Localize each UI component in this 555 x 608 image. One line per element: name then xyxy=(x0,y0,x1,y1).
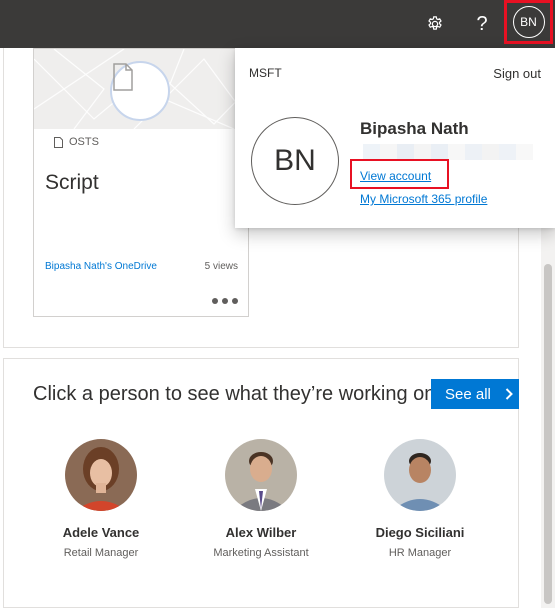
person-photo xyxy=(225,439,297,511)
view-account-link[interactable]: View account xyxy=(360,169,431,183)
see-all-button[interactable]: See all xyxy=(431,379,519,409)
settings-button[interactable] xyxy=(411,0,459,48)
redacted-email xyxy=(363,144,533,160)
person-name: Adele Vance xyxy=(62,525,140,540)
avatar: BN xyxy=(512,6,545,38)
document-title[interactable]: Script xyxy=(45,171,99,195)
document-icon xyxy=(110,61,170,121)
person-photo xyxy=(384,439,456,511)
see-all-label: See all xyxy=(445,385,491,403)
person-name: Diego Siciliani xyxy=(375,525,465,540)
profile-link[interactable]: My Microsoft 365 profile xyxy=(360,192,487,206)
person-role: HR Manager xyxy=(388,547,452,559)
document-view-count: 5 views xyxy=(204,261,238,272)
help-icon: ? xyxy=(476,13,488,35)
document-card[interactable]: OSTS Script Bipasha Nath's OneDrive 5 vi… xyxy=(33,48,249,317)
more-dot-icon xyxy=(222,298,228,304)
people-panel: Click a person to see what they’re worki… xyxy=(3,358,519,608)
more-options-button[interactable] xyxy=(212,293,238,309)
file-icon xyxy=(54,136,63,148)
person-role: Retail Manager xyxy=(63,547,139,559)
people-heading: Click a person to see what they’re worki… xyxy=(33,383,433,405)
sign-out-link[interactable]: Sign out xyxy=(493,66,541,81)
organization-name: MSFT xyxy=(249,66,282,80)
document-location-link[interactable]: Bipasha Nath's OneDrive xyxy=(45,261,157,272)
top-app-bar: ? BN xyxy=(0,0,555,48)
account-name: Bipasha Nath xyxy=(360,119,469,138)
more-dot-icon xyxy=(232,298,238,304)
gear-icon xyxy=(428,16,442,30)
document-tag-label: OSTS xyxy=(69,136,99,148)
account-avatar: BN xyxy=(251,117,339,205)
more-dot-icon xyxy=(212,298,218,304)
document-thumbnail xyxy=(34,49,248,129)
person-card[interactable]: Adele Vance Retail Manager xyxy=(31,439,171,559)
person-card[interactable]: Diego Siciliani HR Manager xyxy=(350,439,490,559)
account-manager-button[interactable]: BN xyxy=(504,0,553,44)
chevron-right-icon xyxy=(505,388,513,400)
person-card[interactable]: Alex Wilber Marketing Assistant xyxy=(191,439,331,559)
document-tag: OSTS xyxy=(44,129,109,155)
help-button[interactable]: ? xyxy=(458,0,506,48)
person-photo xyxy=(65,439,137,511)
account-flyout: MSFT Sign out BN Bipasha Nath View accou… xyxy=(235,48,555,228)
person-role: Marketing Assistant xyxy=(213,547,309,559)
scrollbar-thumb[interactable] xyxy=(544,264,552,604)
person-name: Alex Wilber xyxy=(225,525,297,540)
